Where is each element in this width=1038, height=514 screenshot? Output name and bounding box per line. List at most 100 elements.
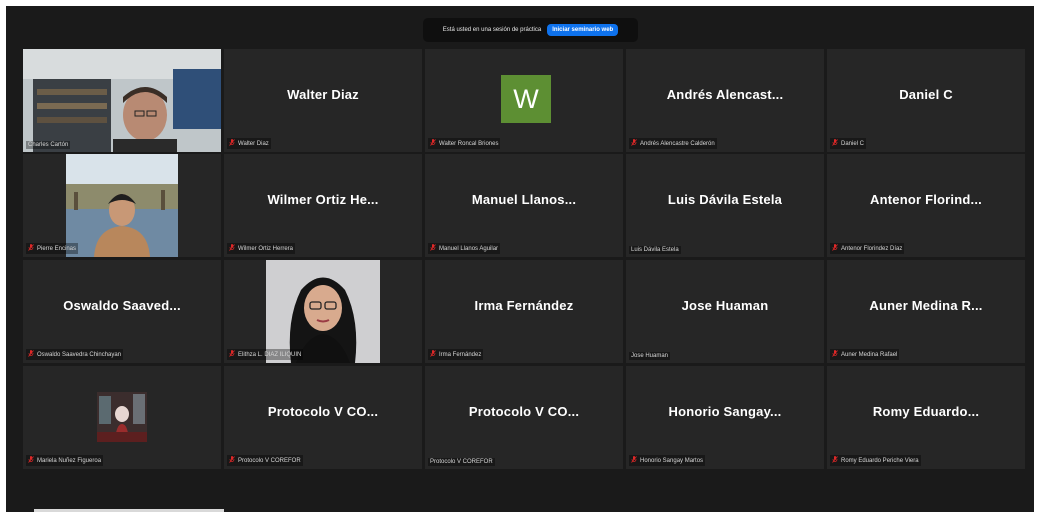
participant-name-text: Andrés Alencastre Calderón [640,140,715,147]
participant-display-name: Protocolo V CO... [267,404,379,419]
participant-name-text: Protocolo V COREFOR [238,457,301,464]
participant-name-label: Walter Diaz [227,138,271,149]
participant-tile[interactable]: Mariela Nuñez Figueroa [23,366,221,469]
participant-tile[interactable]: Pierre Encinas [23,154,221,257]
participant-tile[interactable]: Luis Dávila Estela Luis Dávila Estela [626,154,824,257]
participant-video [66,154,178,257]
participant-tile[interactable]: Walter Diaz Walter Diaz [224,49,422,152]
participant-name-label: Romy Eduardo Periche Viera [830,455,921,466]
participant-video [23,49,221,152]
participant-name-label: Protocolo V COREFOR [428,458,495,466]
participant-name-label: Auner Medina Rafael [830,349,900,360]
participant-name-label: Pierre Encinas [26,243,79,254]
participant-tile[interactable]: Jose Huaman Jose Huaman [626,260,824,363]
participant-name-text: Charles Cartón [28,142,69,148]
participant-display-name: Wilmer Ortiz He... [267,192,379,207]
participant-display-name: Luis Dávila Estela [667,192,783,207]
participant-tile[interactable]: Honorio Sangay... Honorio Sangay Martos [626,366,824,469]
participant-display-name: Auner Medina R... [869,298,983,313]
participant-display-name: Antenor Florind... [870,192,982,207]
participant-name-text: Manuel Llanos Aguilar [439,245,499,252]
participant-name-label: Mariela Nuñez Figueroa [26,455,104,466]
participant-display-name: Manuel Llanos... [471,192,577,207]
participant-name-label: Protocolo V COREFOR [227,455,303,466]
participant-display-name: Oswaldo Saaved... [63,298,181,313]
participant-name-text: Mariela Nuñez Figueroa [37,457,102,464]
participant-display-name: Protocolo V CO... [468,404,580,419]
participant-tile[interactable]: Charles Cartón [23,49,221,152]
muted-mic-icon [832,139,838,148]
participant-name-label: Elithza L. DIAZ ILIQUIN [227,349,304,360]
participant-name-text: Auner Medina Rafael [841,351,898,358]
participant-tile[interactable]: Auner Medina R... Auner Medina Rafael [827,260,1025,363]
participant-tile[interactable]: Romy Eduardo... Romy Eduardo Periche Vier… [827,366,1025,469]
participant-name-text: Antenor Florindez Díaz [841,245,903,252]
participant-name-text: Romy Eduardo Periche Viera [841,457,919,464]
muted-mic-icon [229,456,235,465]
participant-tile[interactable]: W Walter Roncal Briones [425,49,623,152]
participant-name-label: Antenor Florindez Díaz [830,243,905,254]
participant-display-name: Andrés Alencast... [666,87,784,102]
muted-mic-icon [832,456,838,465]
participant-name-label: Walter Roncal Briones [428,138,501,149]
participant-name-label: Honorio Sangay Martos [629,455,706,466]
participant-name-label: Charles Cartón [26,141,71,149]
participant-name-text: Wilmer Ortiz Herrera [238,245,293,252]
participant-name-label: Jose Huaman [629,352,671,360]
practice-session-message: Está usted en una sesión de práctica [442,27,542,33]
participant-name-text: Walter Roncal Briones [439,140,499,147]
participant-tile[interactable]: Wilmer Ortiz He... Wilmer Ortiz Herrera [224,154,422,257]
participant-tile[interactable]: Elithza L. DIAZ ILIQUIN [224,260,422,363]
participant-avatar: W [501,75,551,123]
start-webinar-button[interactable]: Iniciar seminario web [547,24,619,36]
participant-name-text: Pierre Encinas [37,245,77,252]
participant-name-text: Honorio Sangay Martos [640,457,704,464]
bottom-bar [34,509,224,512]
participant-tile[interactable]: Irma Fernández Irma Fernández [425,260,623,363]
practice-session-banner: Está usted en una sesión de práctica Ini… [423,18,638,42]
participant-name-text: Jose Huaman [631,353,669,359]
muted-mic-icon [28,456,34,465]
participant-tile[interactable]: Protocolo V CO... Protocolo V COREFOR [224,366,422,469]
participant-name-label: Manuel Llanos Aguilar [428,243,501,254]
muted-mic-icon [430,244,436,253]
participant-tile[interactable]: Manuel Llanos... Manuel Llanos Aguilar [425,154,623,257]
participant-name-label: Andrés Alencastre Calderón [629,138,717,149]
muted-mic-icon [631,139,637,148]
participant-name-text: Protocolo V COREFOR [430,459,493,465]
participant-tile[interactable]: Daniel C Daniel C [827,49,1025,152]
muted-mic-icon [28,244,34,253]
participant-display-name: Honorio Sangay... [668,404,782,419]
muted-mic-icon [631,456,637,465]
participant-video [97,392,147,442]
muted-mic-icon [832,350,838,359]
muted-mic-icon [430,350,436,359]
muted-mic-icon [832,244,838,253]
muted-mic-icon [430,139,436,148]
participant-video [266,260,380,363]
participant-name-text: Elithza L. DIAZ ILIQUIN [238,351,302,358]
participant-name-label: Irma Fernández [428,349,484,360]
participant-name-text: Daniel C [841,140,865,147]
participant-display-name: Irma Fernández [474,298,574,313]
participant-display-name: Walter Diaz [287,87,359,102]
participant-name-text: Irma Fernández [439,351,482,358]
participant-name-label: Oswaldo Saavedra Chinchayan [26,349,124,360]
meeting-window: Está usted en una sesión de práctica Ini… [6,6,1034,512]
participant-tile[interactable]: Oswaldo Saaved... Oswaldo Saavedra Chinch… [23,260,221,363]
participant-name-label: Luis Dávila Estela [629,246,681,254]
muted-mic-icon [229,350,235,359]
muted-mic-icon [229,139,235,148]
participant-name-text: Walter Diaz [238,140,269,147]
participant-name-label: Wilmer Ortiz Herrera [227,243,295,254]
participant-name-label: Daniel C [830,138,867,149]
participant-display-name: Daniel C [899,87,953,102]
participant-tile[interactable]: Andrés Alencast... Andrés Alencastre Cald… [626,49,824,152]
muted-mic-icon [229,244,235,253]
participant-name-text: Oswaldo Saavedra Chinchayan [37,351,122,358]
participant-tile[interactable]: Antenor Florind... Antenor Florindez Díaz [827,154,1025,257]
participant-tile[interactable]: Protocolo V CO... Protocolo V COREFOR [425,366,623,469]
participant-display-name: Romy Eduardo... [872,404,980,419]
muted-mic-icon [28,350,34,359]
participant-display-name: Jose Huaman [681,298,769,313]
